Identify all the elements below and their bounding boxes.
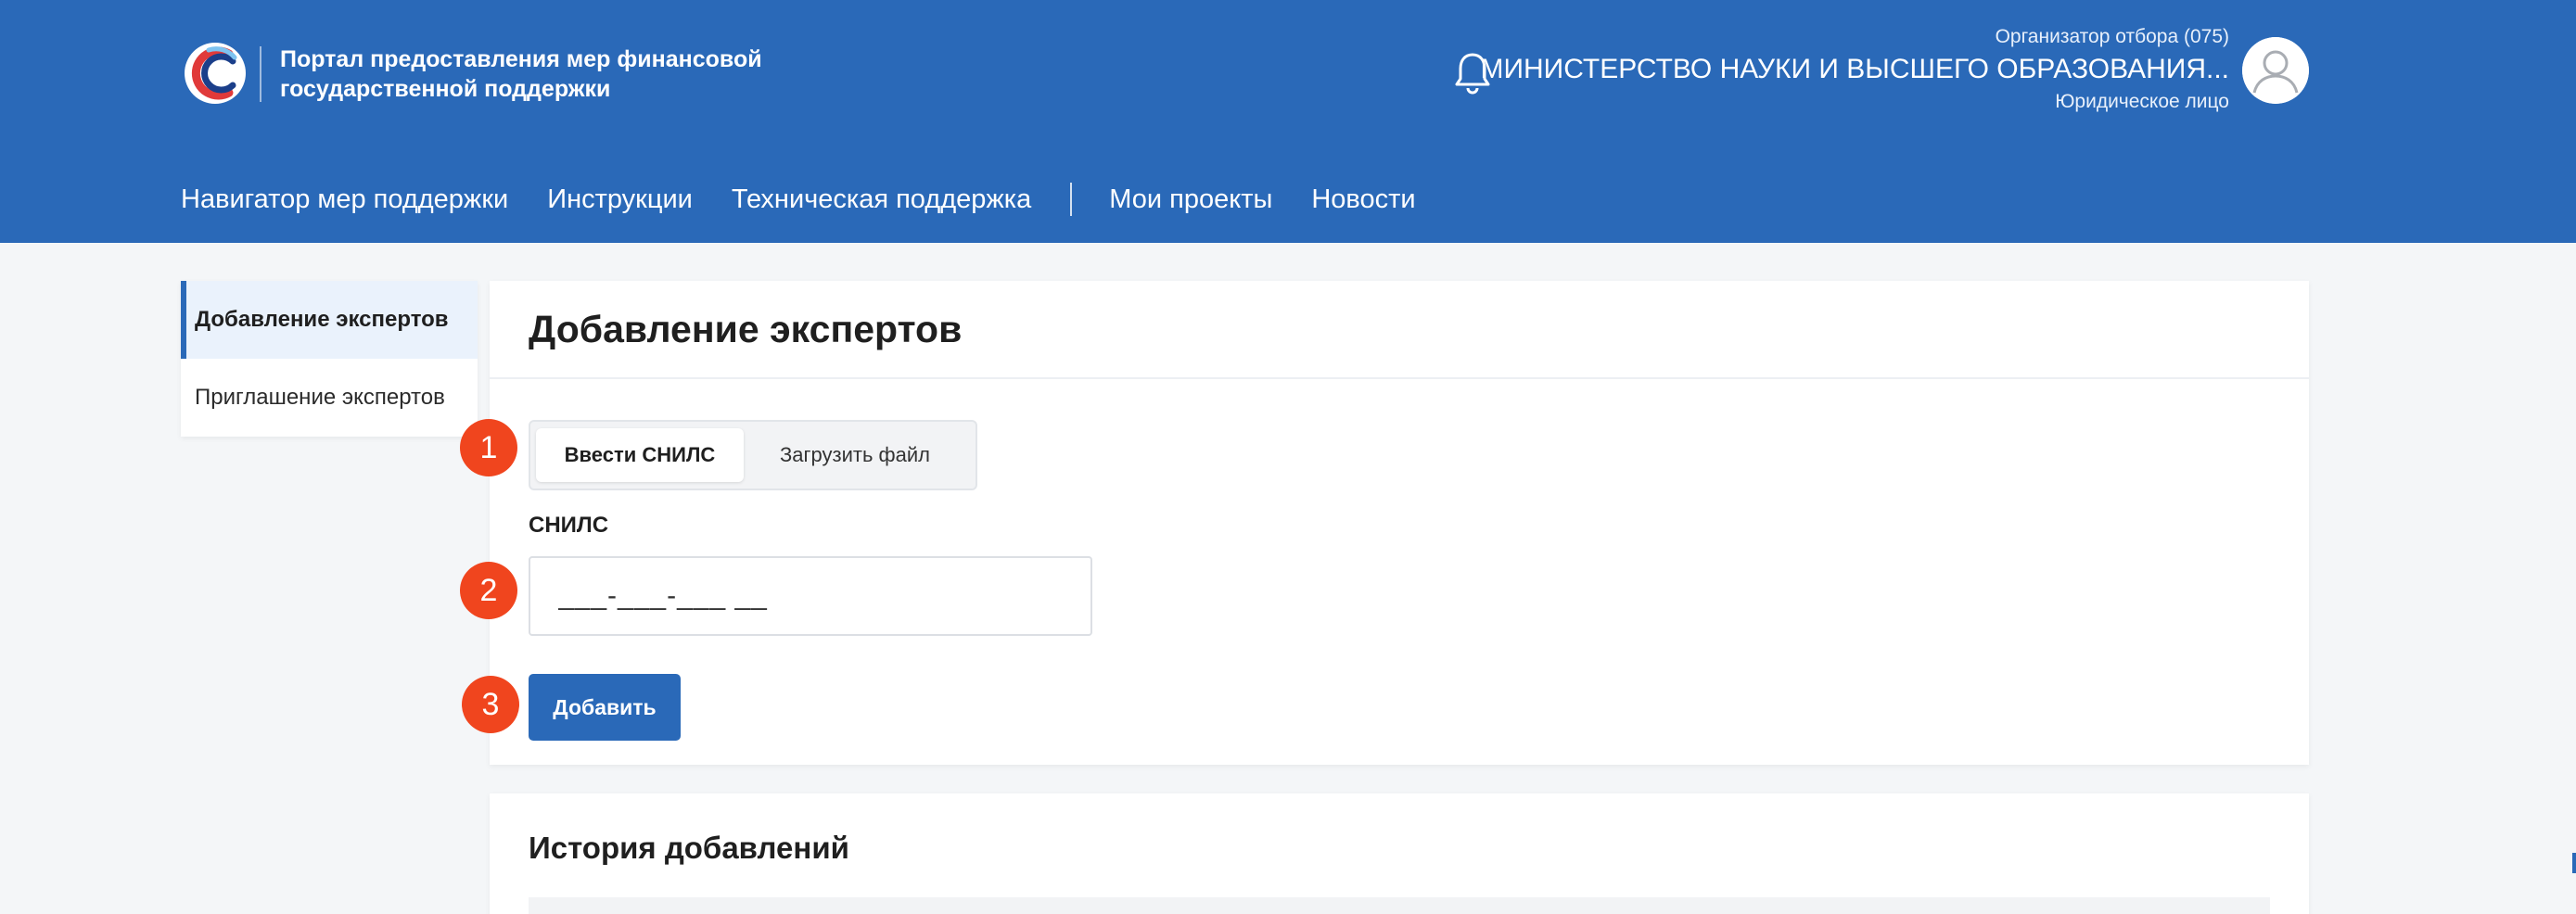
nav-support[interactable]: Техническая поддержка [732,184,1031,215]
org-name[interactable]: МИНИСТЕРСТВО НАУКИ И ВЫСШЕГО ОБРАЗОВАНИЯ… [1480,54,2229,85]
step-marker-2: 2 [460,562,517,619]
step-marker-1: 1 [460,419,517,476]
add-experts-card: Добавление экспертов Ввести СНИЛС Загруз… [490,281,2309,765]
main-nav: Навигатор мер поддержки Инструкции Техни… [181,180,1416,219]
org-role: Организатор отбора (075) [1995,26,2229,47]
top-header: Портал предоставления мер финансовой гос… [0,0,2576,243]
tab-enter-snils[interactable]: Ввести СНИЛС [536,428,744,482]
nav-instructions[interactable]: Инструкции [547,184,693,215]
add-button[interactable]: Добавить [529,674,681,741]
sidebar: Добавление экспертов Приглашение эксперт… [181,281,478,437]
portal-logo-icon[interactable] [181,41,249,106]
page-title: Добавление экспертов [529,307,963,350]
history-card: История добавлений [490,793,2309,914]
edge-indicator [2572,853,2576,873]
card-header: Добавление экспертов [490,281,2309,379]
user-avatar-icon[interactable] [2242,37,2309,104]
portal-title-line1: Портал предоставления мер финансовой [280,46,762,72]
org-type: Юридическое лицо [2055,91,2229,112]
sidebar-item-invite-experts[interactable]: Приглашение экспертов [181,359,478,437]
history-table-header [529,897,2270,914]
history-title: История добавлений [529,831,849,865]
tab-upload-file[interactable]: Загрузить файл [744,428,966,482]
snils-input[interactable] [529,556,1092,636]
logo-divider [260,46,261,102]
snils-label: СНИЛС [529,513,609,538]
sidebar-item-add-experts[interactable]: Добавление экспертов [181,281,478,359]
portal-title-line2: государственной поддержки [280,76,611,102]
portal-title[interactable]: Портал предоставления мер финансовой гос… [280,44,799,104]
step-marker-3: 3 [462,676,519,733]
nav-my-projects[interactable]: Мои проекты [1109,184,1272,215]
nav-news[interactable]: Новости [1311,184,1415,215]
nav-navigator[interactable]: Навигатор мер поддержки [181,184,508,215]
input-mode-tabs: Ввести СНИЛС Загрузить файл [529,420,977,490]
nav-divider [1070,183,1073,216]
